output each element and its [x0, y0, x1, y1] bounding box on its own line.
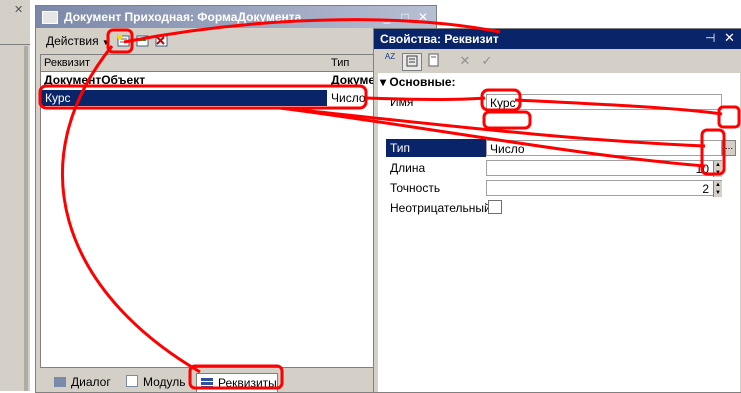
- prop-label-precision: Точность: [390, 181, 441, 195]
- section-label: Основные:: [389, 75, 456, 89]
- prop-label-type: Тип: [390, 141, 411, 155]
- precision-stepper[interactable]: ▲ ▼: [713, 181, 722, 197]
- minimize-button[interactable]: _: [380, 10, 394, 24]
- delete-attribute-icon[interactable]: [154, 34, 170, 48]
- form-icon: [42, 11, 58, 24]
- properties-list: ▾ Основные: Имя Курс Тип Число ... Длина…: [378, 73, 740, 392]
- row-type: Докуме: [331, 73, 376, 87]
- prop-label-nonnegative: Неотрицательный: [390, 201, 491, 215]
- prop-label-length: Длина: [390, 161, 426, 175]
- length-field[interactable]: 10: [486, 160, 722, 176]
- window-title: Документ Приходная: ФормаДокумента: [64, 10, 302, 24]
- close-button[interactable]: ✕: [416, 10, 430, 24]
- properties-toolbar: AZ ✕ ✓: [374, 50, 741, 72]
- actions-label: Действия: [46, 34, 99, 48]
- collapse-icon: ▾: [380, 75, 387, 89]
- pin-icon[interactable]: ⊣: [705, 31, 715, 45]
- module-icon: [126, 375, 138, 387]
- section-main[interactable]: ▾ Основные:: [380, 75, 456, 89]
- form-tabs: Диалог Модуль Реквизиты: [40, 370, 430, 393]
- attributes-table: Реквизит Тип ДокументОбъект Докуме Курс …: [40, 54, 382, 368]
- maximize-button[interactable]: □: [398, 10, 412, 24]
- length-stepper[interactable]: ▲ ▼: [713, 161, 722, 177]
- categorized-icon[interactable]: [402, 53, 422, 71]
- cancel-icon[interactable]: ✕: [458, 53, 472, 69]
- properties-titlebar[interactable]: Свойства: Реквизит ⊣ ✕: [374, 29, 741, 49]
- close-icon[interactable]: ✕: [724, 30, 735, 46]
- row-type[interactable]: Число: [331, 91, 366, 105]
- table-header: Реквизит Тип: [41, 55, 381, 72]
- properties-panel: Свойства: Реквизит ⊣ ✕ AZ ✕ ✓ ▾ Основные…: [373, 28, 741, 393]
- tab-attributes[interactable]: Реквизиты: [196, 373, 278, 393]
- name-field[interactable]: Курс: [486, 94, 722, 110]
- row-name: Курс: [45, 91, 71, 105]
- column-header-attribute[interactable]: Реквизит: [44, 57, 90, 69]
- chevron-down-icon: ▼: [101, 38, 110, 47]
- type-select-button[interactable]: ...: [722, 140, 736, 156]
- tab-module[interactable]: Модуль: [122, 373, 186, 391]
- type-field[interactable]: Число: [486, 140, 722, 156]
- precision-field[interactable]: 2: [486, 180, 722, 196]
- background-close-icon[interactable]: ✕: [14, 3, 23, 16]
- dialog-icon: [54, 377, 66, 387]
- table-row-selected[interactable]: Курс: [41, 90, 327, 106]
- sort-alphabetical-icon[interactable]: AZ: [382, 53, 398, 69]
- divider: [0, 44, 30, 45]
- prop-label-name: Имя: [390, 95, 414, 109]
- property-pages-icon[interactable]: [426, 53, 442, 69]
- tab-label: Диалог: [71, 375, 111, 389]
- column-header-type[interactable]: Тип: [331, 57, 349, 69]
- tab-dialog[interactable]: Диалог: [50, 373, 111, 391]
- edit-attribute-icon[interactable]: [135, 34, 151, 48]
- scrollbar[interactable]: [24, 46, 28, 391]
- tab-label: Реквизиты: [218, 376, 277, 390]
- window-titlebar[interactable]: Документ Приходная: ФормаДокумента _ □ ✕: [36, 6, 436, 28]
- properties-title: Свойства: Реквизит: [380, 32, 499, 46]
- actions-menu-button[interactable]: Действия ▼: [46, 34, 110, 48]
- table-row[interactable]: ДокументОбъект Докуме: [41, 72, 381, 88]
- tab-label: Модуль: [143, 375, 186, 389]
- apply-icon[interactable]: ✓: [480, 53, 494, 69]
- attributes-icon: [201, 378, 213, 388]
- background-window-strip: ✕: [0, 0, 30, 391]
- nonnegative-checkbox[interactable]: [488, 200, 502, 214]
- add-attribute-icon[interactable]: [116, 34, 132, 48]
- row-name: ДокументОбъект: [44, 73, 146, 87]
